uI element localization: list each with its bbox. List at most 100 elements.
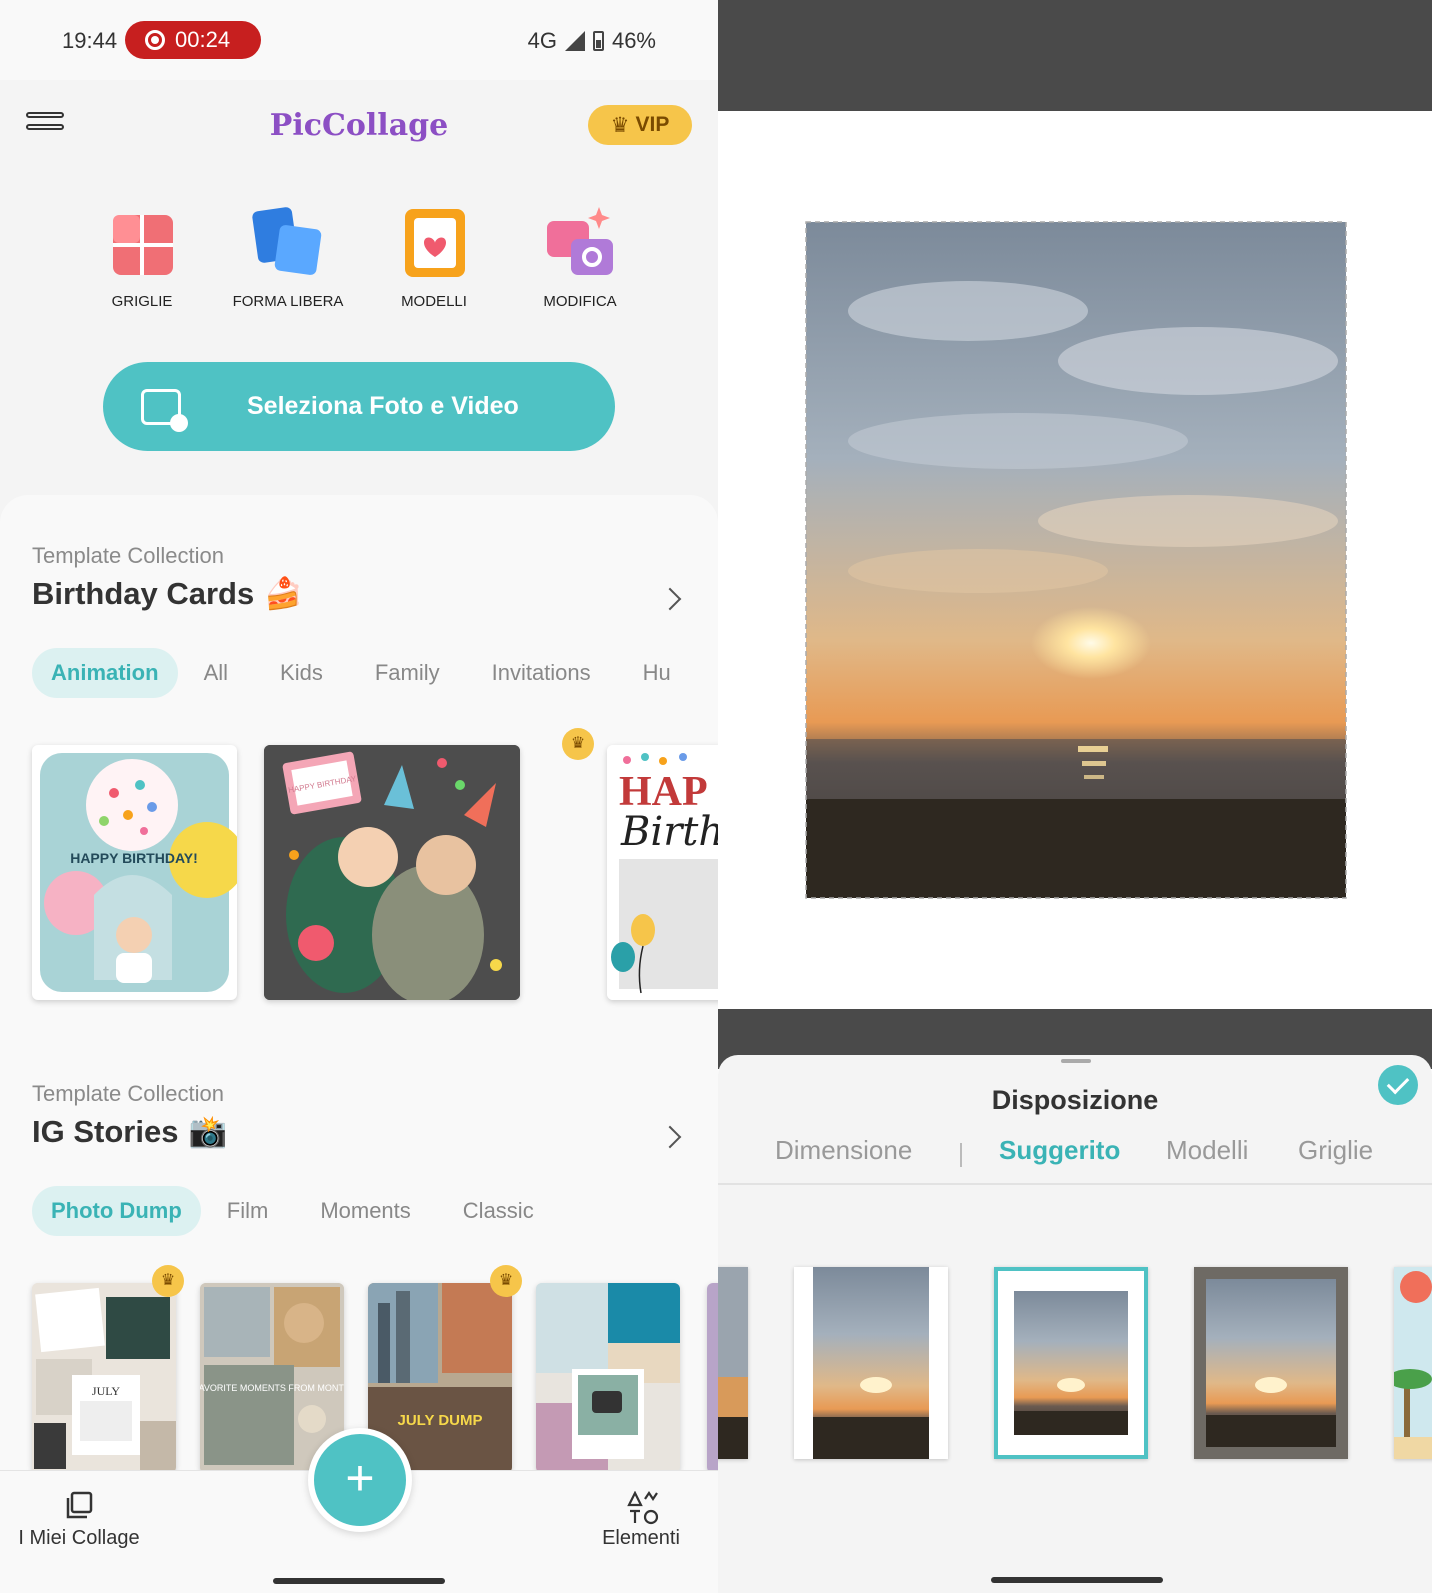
chip-kids[interactable]: Kids xyxy=(254,648,349,698)
tool-label: MODIFICA xyxy=(543,293,617,310)
select-photos-label: Seleziona Foto e Video xyxy=(247,392,519,420)
card-text: JULY DUMP xyxy=(397,1412,482,1429)
add-media-icon xyxy=(141,388,188,432)
edit-photo-icon xyxy=(543,205,617,279)
tool-modelli[interactable]: MODELLI xyxy=(364,205,504,310)
crown-icon: ♛ xyxy=(610,113,630,137)
camera-icon: 📸 xyxy=(188,1114,228,1149)
layout-thumb-blurred-frame[interactable] xyxy=(1194,1267,1348,1459)
tab-griglie[interactable]: Griglie xyxy=(1298,1135,1373,1166)
home-screen: 19:44 00:24 4G 46% PicCollage ♛ VIP GRIG… xyxy=(0,0,718,1593)
nav-elements[interactable]: Elementi xyxy=(586,1487,696,1550)
collage-canvas[interactable] xyxy=(718,111,1432,1009)
chevron-right-icon[interactable] xyxy=(658,587,682,611)
sheet-handle[interactable] xyxy=(1061,1059,1091,1063)
chip-moments[interactable]: Moments xyxy=(294,1186,436,1236)
recording-indicator[interactable]: 00:24 xyxy=(125,21,261,59)
tool-row: GRIGLIE FORMA LIBERA MODELLI MODIFICA xyxy=(0,205,718,325)
tool-modifica[interactable]: MODIFICA xyxy=(510,205,650,310)
beach-dump-art xyxy=(536,1283,680,1473)
battery-level: 46% xyxy=(611,28,656,53)
vip-label: VIP xyxy=(635,113,670,136)
birthday-chips: Animation All Kids Family Invitations Hu xyxy=(32,648,697,698)
tool-forma-libera[interactable]: FORMA LIBERA xyxy=(218,205,358,310)
app-bar: PicCollage ♛ VIP xyxy=(0,80,718,175)
template-card[interactable]: JULY xyxy=(32,1283,176,1473)
status-bar: 19:44 00:24 4G 46% xyxy=(0,0,718,80)
template-card[interactable] xyxy=(536,1283,680,1473)
nav-my-collages[interactable]: I Miei Collage xyxy=(14,1491,144,1550)
premium-crown-icon: ♛ xyxy=(562,728,594,760)
card-text: HAPPY BIRTHDAY! xyxy=(70,850,198,866)
chevron-right-icon[interactable] xyxy=(658,1125,682,1149)
card-text: JULY xyxy=(92,1384,120,1398)
record-icon xyxy=(145,30,165,50)
chip-classic[interactable]: Classic xyxy=(437,1186,560,1236)
templates-icon xyxy=(397,205,471,279)
nav-label: Elementi xyxy=(602,1527,680,1549)
cake-icon: 🍰 xyxy=(264,576,303,611)
template-card[interactable]: HAP Birth xyxy=(607,745,718,1000)
editor-screen: Disposizione Dimensione Suggerito Modell… xyxy=(718,0,1432,1593)
card-text: FAVORITE MOMENTS FROM MONTH xyxy=(200,1383,344,1393)
layout-thumb-partial[interactable] xyxy=(718,1267,748,1459)
vip-button[interactable]: ♛ VIP xyxy=(588,105,692,145)
home-indicator[interactable] xyxy=(991,1577,1163,1583)
tab-suggerito[interactable]: Suggerito xyxy=(999,1135,1120,1166)
home-indicator[interactable] xyxy=(273,1578,445,1584)
layout-sheet: Disposizione Dimensione Suggerito Modell… xyxy=(718,1055,1432,1593)
chip-hu[interactable]: Hu xyxy=(617,648,697,698)
select-photos-button[interactable]: Seleziona Foto e Video xyxy=(103,362,615,451)
tool-griglie[interactable]: GRIGLIE xyxy=(72,205,212,310)
tab-dimensione[interactable]: Dimensione xyxy=(775,1135,912,1166)
network-type: 4G xyxy=(527,28,557,53)
layout-thumb-partial[interactable] xyxy=(1394,1267,1432,1459)
ig-chips: Photo Dump Film Moments Classic xyxy=(32,1186,560,1236)
card-script-text: Birth xyxy=(620,809,718,855)
tool-label: GRIGLIE xyxy=(111,293,173,310)
layout-thumb-sidebar[interactable] xyxy=(794,1267,948,1459)
section-title-text: IG Stories xyxy=(32,1113,179,1149)
add-collage-button[interactable]: + xyxy=(308,1428,412,1532)
layout-suggestions xyxy=(718,1267,1432,1467)
chip-photo-dump[interactable]: Photo Dump xyxy=(32,1186,201,1236)
grid-icon xyxy=(105,205,179,279)
recording-time: 00:24 xyxy=(175,27,231,52)
sheet-title: Disposizione xyxy=(991,1085,1159,1115)
tab-modelli[interactable]: Modelli xyxy=(1166,1135,1248,1166)
tool-label: FORMA LIBERA xyxy=(232,293,344,310)
section-subtitle: Template Collection xyxy=(32,543,224,568)
layout-thumb-framed-selected[interactable] xyxy=(994,1267,1148,1459)
tab-separator xyxy=(960,1143,962,1167)
chip-film[interactable]: Film xyxy=(201,1186,295,1236)
status-time: 19:44 xyxy=(62,28,118,53)
elements-icon xyxy=(627,1487,673,1525)
confirm-check-icon[interactable] xyxy=(1378,1065,1418,1105)
birthday-card-art: HAPPY BIRTHDAY! xyxy=(40,753,237,992)
birthday-card-art: HAP Birth xyxy=(607,745,718,1000)
layout-tabs: Dimensione Suggerito Modelli Griglie xyxy=(718,1125,1432,1185)
premium-crown-icon: ♛ xyxy=(490,1265,522,1297)
section-title-text: Birthday Cards xyxy=(32,575,255,611)
status-right: 4G 46% xyxy=(528,28,656,54)
editor-top-bar xyxy=(718,0,1432,111)
collage-stack-icon xyxy=(65,1491,93,1519)
template-card[interactable]: HAPPY BIRTHDAY xyxy=(264,745,520,1000)
signal-icon xyxy=(564,31,585,51)
chip-all[interactable]: All xyxy=(178,648,254,698)
chip-family[interactable]: Family xyxy=(349,648,466,698)
kids-photo-art: HAPPY BIRTHDAY xyxy=(264,745,520,1000)
premium-crown-icon: ♛ xyxy=(152,1265,184,1297)
tool-label: MODELLI xyxy=(401,293,467,310)
template-card[interactable]: HAPPY BIRTHDAY! xyxy=(32,745,237,1000)
section-title-birthday[interactable]: Birthday Cards 🍰 xyxy=(32,575,303,612)
section-subtitle: Template Collection xyxy=(32,1081,224,1106)
section-title-ig-stories[interactable]: IG Stories 📸 xyxy=(32,1113,227,1150)
july-dump-art: JULY xyxy=(32,1283,176,1473)
template-card-partial[interactable] xyxy=(707,1283,718,1473)
chip-invitations[interactable]: Invitations xyxy=(466,648,617,698)
sunset-photo[interactable] xyxy=(718,111,1432,1009)
chip-animation[interactable]: Animation xyxy=(32,648,178,698)
battery-icon xyxy=(592,31,604,51)
nav-label: I Miei Collage xyxy=(18,1527,140,1549)
